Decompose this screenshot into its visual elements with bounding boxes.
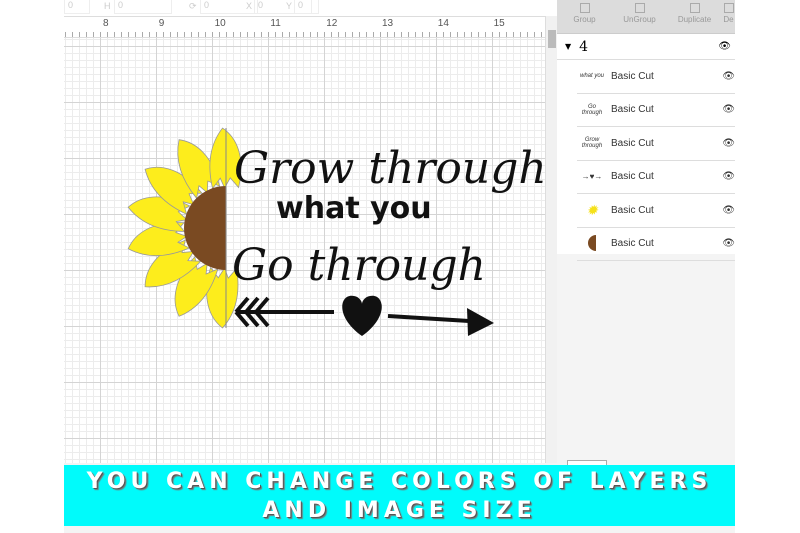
ruler-label: 8 <box>103 18 109 29</box>
layer-row[interactable]: ✹ Basic Cut 👁 <box>577 194 735 228</box>
layer-toolbar: Group UnGroup Duplicate De <box>557 0 735 34</box>
layer-label: Basic Cut <box>611 137 654 149</box>
layer-label: Basic Cut <box>611 204 654 216</box>
layer-row[interactable]: →♥→ Basic Cut 👁 <box>577 161 735 194</box>
eye-icon[interactable]: 👁 <box>722 171 735 182</box>
horizontal-ruler: 8 9 10 11 12 13 14 15 <box>64 16 545 38</box>
design-app: 0 H 0 ⟳ 0 X 0 Y 0 8 9 10 11 12 13 14 15 Grow th… <box>64 0 735 533</box>
rotate-icon: ⟳ <box>189 1 197 11</box>
layer-group[interactable]: ▼ 4 👁 <box>557 34 735 60</box>
layer-thumbnail: Go through <box>581 103 603 116</box>
layers-panel: Group UnGroup Duplicate De ▼ 4 👁 what you B… <box>557 0 735 463</box>
layer-thumbnail: Grow through <box>581 137 603 150</box>
duplicate-label: Duplicate <box>677 15 712 24</box>
delete-label: De <box>723 15 734 24</box>
delete-icon <box>723 3 734 13</box>
group-name: 4 <box>579 38 589 55</box>
delete-button[interactable]: De <box>722 0 735 33</box>
layer-label: Basic Cut <box>611 238 654 250</box>
duplicate-icon <box>689 3 700 13</box>
ruler-label: 12 <box>326 18 338 29</box>
banner-line-2: AND IMAGE SIZE <box>262 498 537 523</box>
layer-label: Basic Cut <box>611 171 654 183</box>
eye-icon[interactable]: 👁 <box>722 71 735 82</box>
promo-banner: YOU CAN CHANGE COLORS OF LAYERS AND IMAG… <box>64 465 735 526</box>
x-label: X <box>246 1 253 11</box>
layer-label: Basic Cut <box>611 104 654 116</box>
ruler-label: 9 <box>158 18 165 29</box>
collapse-caret-icon[interactable]: ▼ <box>565 42 571 51</box>
design-artwork[interactable]: Grow through what you Go through <box>64 38 547 463</box>
toolbar: 0 H 0 ⟳ 0 X 0 Y 0 <box>64 0 557 16</box>
y-label: Y <box>286 1 293 11</box>
layer-thumbnail: ✹ <box>586 201 598 218</box>
banner-line-1: YOU CAN CHANGE COLORS OF LAYERS <box>86 469 713 494</box>
ungroup-button[interactable]: UnGroup <box>612 0 667 33</box>
ruler-label: 10 <box>214 18 226 29</box>
eye-icon[interactable]: 👁 <box>718 41 731 52</box>
eye-icon[interactable]: 👁 <box>722 238 735 249</box>
width-field[interactable]: 0 <box>64 0 90 14</box>
layer-thumbnail <box>577 234 607 253</box>
layer-label: Basic Cut <box>611 70 654 82</box>
height-label: H <box>104 1 111 11</box>
eye-icon[interactable]: 👁 <box>722 138 735 149</box>
text-grow-through[interactable]: Grow through <box>234 143 547 194</box>
duplicate-button[interactable]: Duplicate <box>667 0 722 33</box>
ungroup-label: UnGroup <box>623 15 656 24</box>
layer-list: ▼ 4 👁 what you Basic Cut 👁 Go through Basic Cu… <box>557 34 735 261</box>
text-go-through[interactable]: Go through <box>232 240 486 291</box>
arrow-heart-graphic[interactable] <box>234 295 494 336</box>
ruler-label: 14 <box>437 18 449 29</box>
layer-row[interactable]: what you Basic Cut 👁 <box>577 60 735 94</box>
eye-icon[interactable]: 👁 <box>722 104 735 115</box>
design-canvas[interactable]: Grow through what you Go through <box>64 38 547 463</box>
text-what-you[interactable]: what you <box>276 191 432 226</box>
scrollbar-thumb[interactable] <box>548 30 556 48</box>
vertical-scrollbar[interactable] <box>545 16 557 463</box>
ruler-label: 15 <box>493 18 505 29</box>
eye-icon[interactable]: 👁 <box>722 205 735 216</box>
group-button[interactable]: Group <box>557 0 612 33</box>
ungroup-icon <box>634 3 645 13</box>
layer-row[interactable]: Basic Cut 👁 <box>577 228 735 261</box>
y-field[interactable]: 0 <box>294 0 319 14</box>
group-icon <box>579 3 590 13</box>
ruler-label: 13 <box>382 18 394 29</box>
group-label: Group <box>573 15 596 24</box>
layer-thumbnail: →♥→ <box>581 172 603 182</box>
height-field[interactable]: 0 <box>114 0 172 14</box>
layer-row[interactable]: Grow through Basic Cut 👁 <box>577 127 735 161</box>
layer-row[interactable]: Go through Basic Cut 👁 <box>577 94 735 127</box>
ruler-label: 11 <box>270 18 281 29</box>
layer-thumbnail: what you <box>579 73 604 80</box>
